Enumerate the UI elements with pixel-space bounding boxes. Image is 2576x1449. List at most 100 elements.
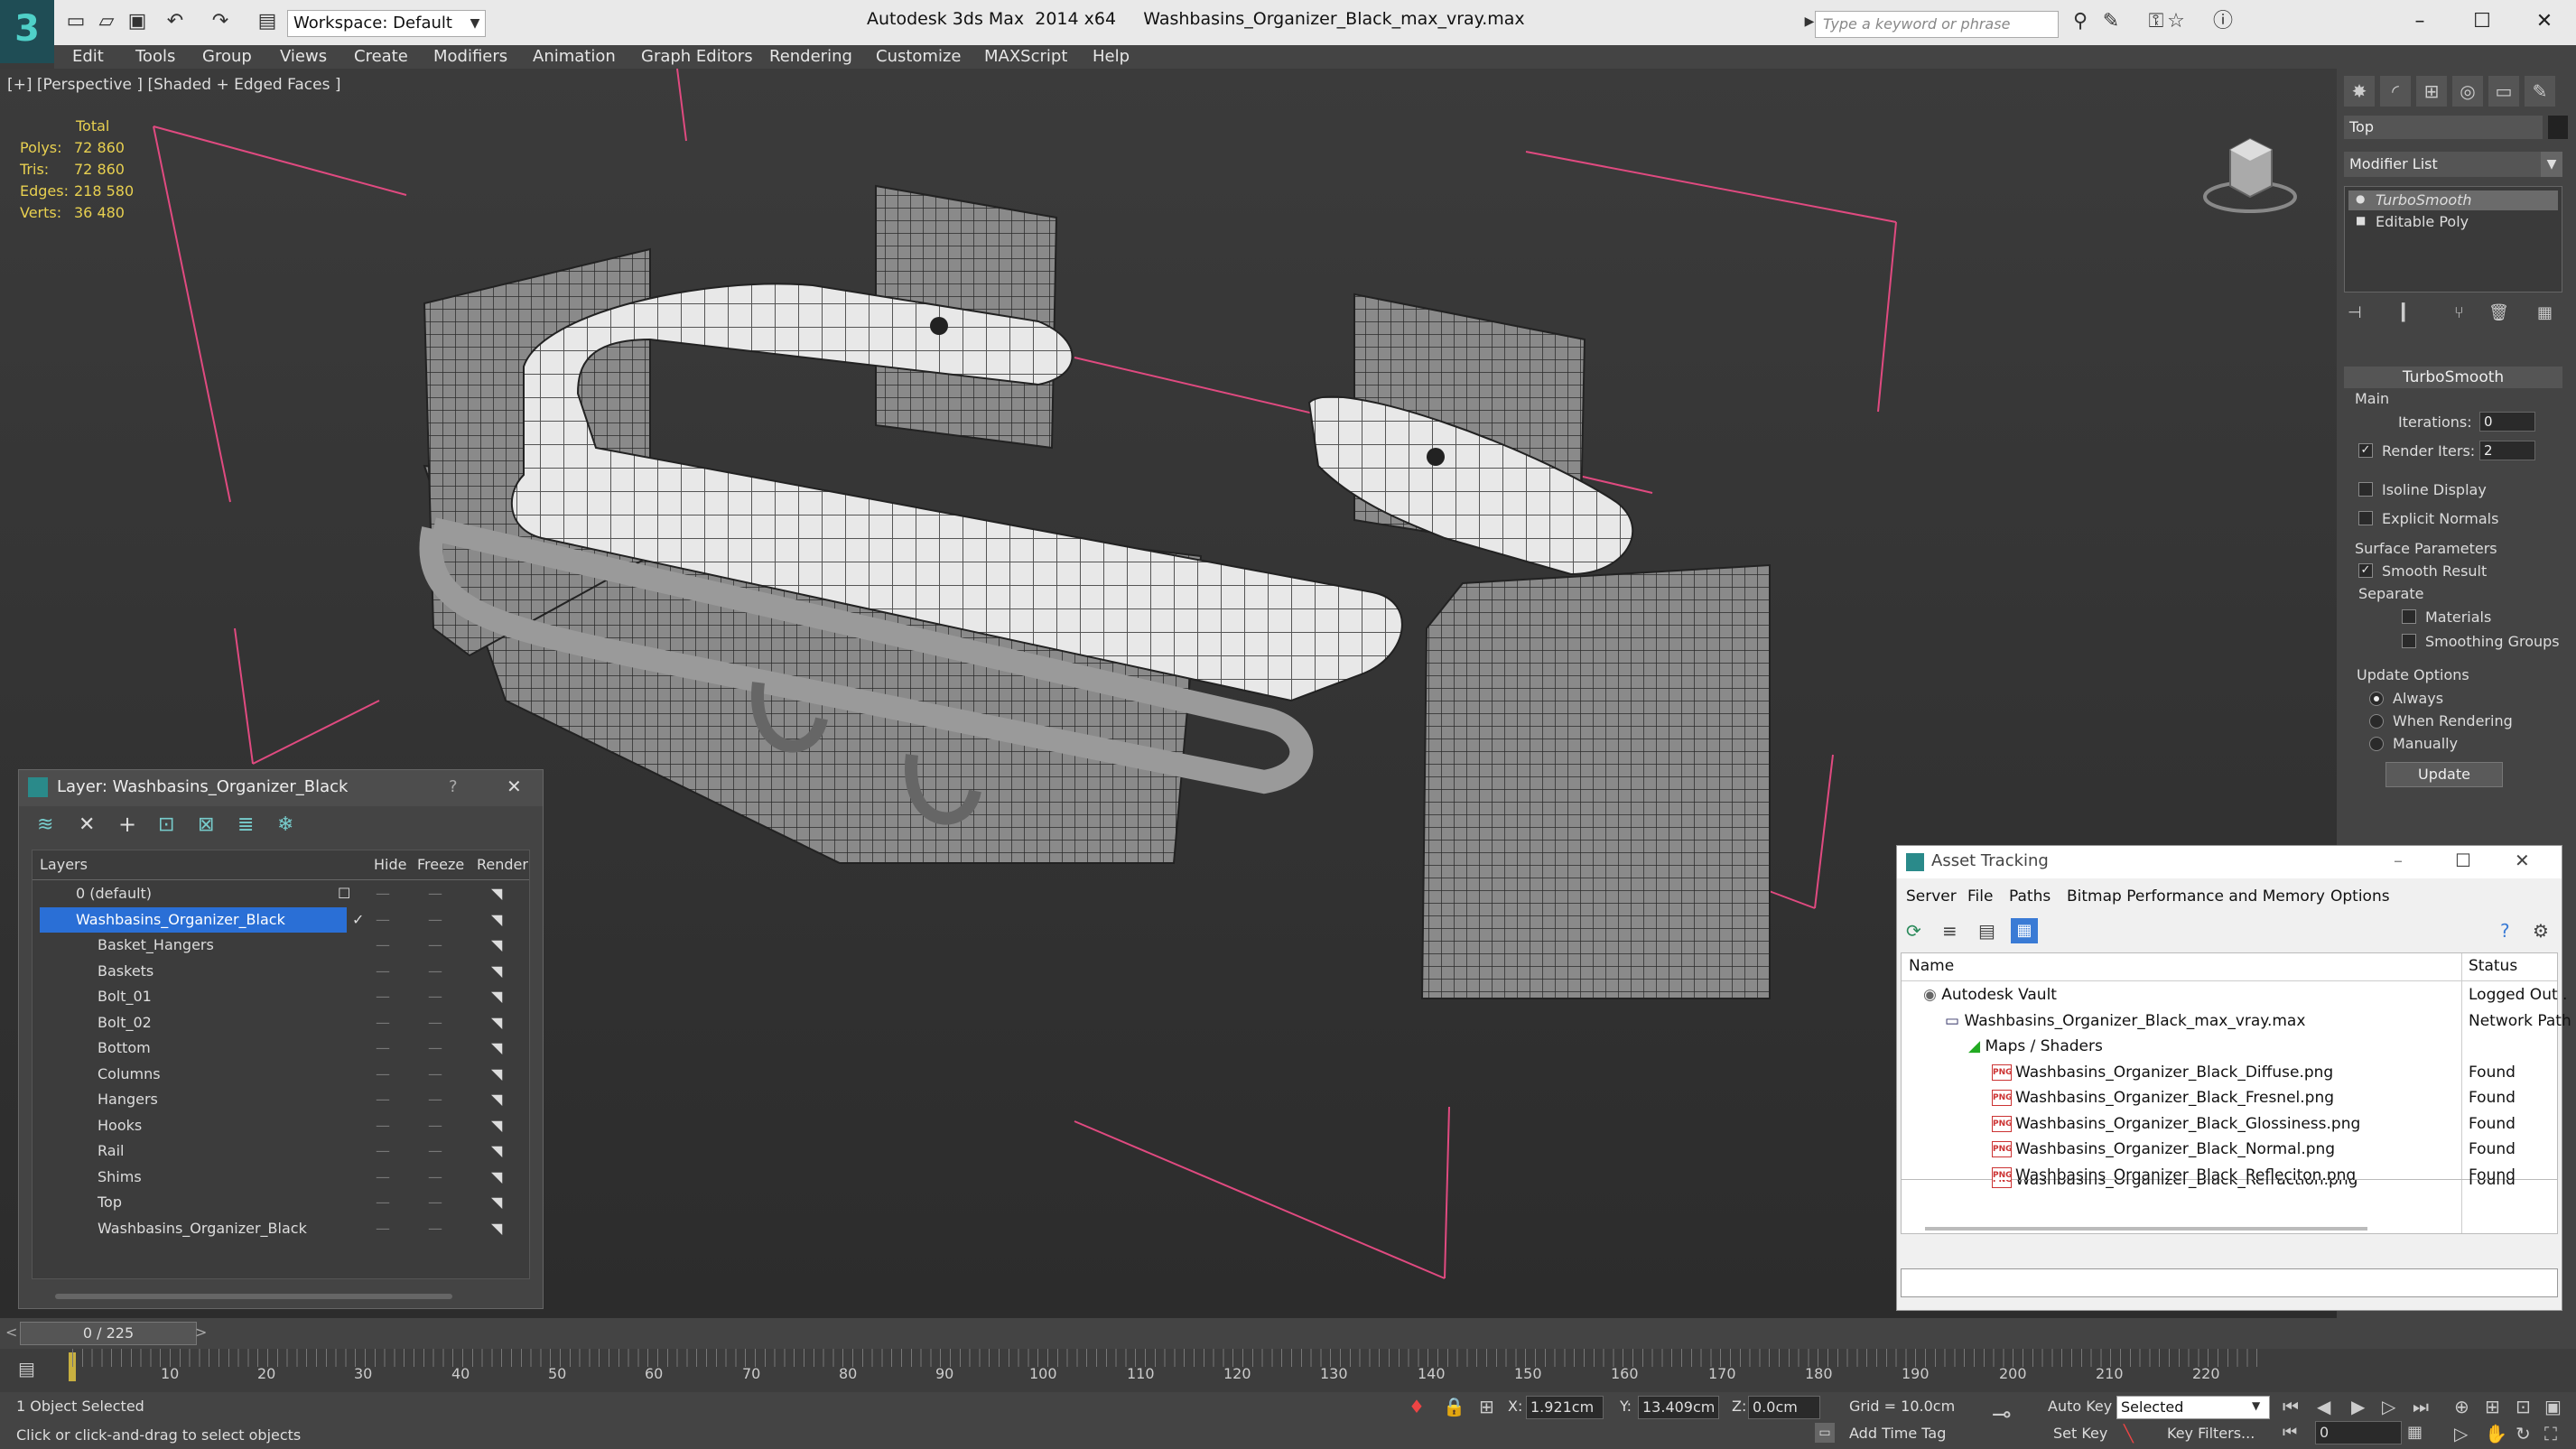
asset-row[interactable]: PNG Washbasins_Organizer_Black_Refleciton… — [1905, 1163, 2564, 1184]
menu-create[interactable]: Create — [354, 45, 408, 69]
column-layers[interactable]: Layers — [40, 856, 88, 873]
stack-item-turbosmooth[interactable]: TurboSmooth — [2348, 190, 2558, 210]
zoom-extents-all-icon[interactable]: ▣ — [2544, 1396, 2562, 1417]
menu-help[interactable]: Help — [1093, 45, 1130, 69]
maximize-viewport-icon[interactable]: ⛶ — [2544, 1423, 2557, 1444]
isoline-display-checkbox[interactable] — [2358, 482, 2373, 497]
zoom-icon[interactable]: ⊕ — [2454, 1396, 2469, 1417]
layer-dialog-titlebar[interactable]: Layer: Washbasins_Organizer_Black ? ✕ — [19, 770, 543, 806]
layer-row[interactable]: Basket_Hangers — — ◥ — [33, 933, 529, 959]
minimize-icon[interactable]: – — [2397, 5, 2442, 38]
motion-tab-icon[interactable]: ◎ — [2452, 76, 2483, 107]
asset-row[interactable]: ◢ Maps / Shaders — [1905, 1034, 2564, 1060]
go-to-end-icon[interactable]: ⏭ — [2413, 1396, 2429, 1417]
next-frame-icon[interactable]: > — [195, 1324, 207, 1341]
add-time-tag[interactable]: Add Time Tag — [1849, 1425, 1946, 1442]
asset-row[interactable]: PNG Washbasins_Organizer_Black_Diffuse.pn… — [1905, 1060, 2564, 1086]
key-mode-toggle-icon[interactable]: ⏮ — [2283, 1423, 2297, 1442]
active-layer-box[interactable]: ☐ — [338, 881, 350, 906]
chevron-down-icon[interactable]: ▼ — [466, 10, 484, 37]
zoom-all-icon[interactable]: ⊞ — [2485, 1396, 2500, 1417]
iterations-spinner[interactable]: 0 — [2479, 412, 2535, 432]
smooth-result-checkbox[interactable]: ✓ — [2358, 563, 2373, 578]
horizontal-scrollbar[interactable] — [55, 1294, 452, 1299]
explicit-normals-checkbox[interactable] — [2358, 511, 2373, 525]
select-objects-icon[interactable]: ⊡ — [158, 813, 174, 836]
menu-tools[interactable]: Tools — [135, 45, 175, 69]
list-view-icon[interactable]: ≡ — [1942, 920, 1958, 942]
next-frame-icon[interactable]: ▷ — [2382, 1396, 2395, 1417]
hide-all-icon[interactable]: ≣ — [237, 813, 254, 836]
chevron-down-icon[interactable]: ▼ — [2541, 152, 2562, 177]
layer-row[interactable]: Hooks — — ◥ — [33, 1113, 529, 1139]
project-folder-icon[interactable]: ▤ — [255, 9, 280, 34]
previous-frame-icon[interactable]: ◀ — [2317, 1396, 2330, 1417]
binoculars-icon[interactable]: ⚲ — [2068, 9, 2093, 34]
help-icon[interactable]: ? — [449, 777, 458, 796]
help-icon[interactable]: ? — [2500, 920, 2510, 942]
asset-row[interactable]: PNG Washbasins_Organizer_Black_Fresnel.pn… — [1905, 1085, 2564, 1111]
workspace-dropdown[interactable]: Workspace: Default — [287, 10, 486, 37]
refresh-icon[interactable]: ⟳ — [1906, 920, 1921, 942]
menu-animation[interactable]: Animation — [533, 45, 616, 69]
checkmark-icon[interactable]: ✓ — [352, 907, 364, 933]
time-slider[interactable]: < 0 / 225 > — [0, 1318, 2576, 1349]
close-icon[interactable]: ✕ — [2515, 850, 2530, 871]
viewcube-icon[interactable] — [2194, 114, 2302, 222]
maximize-icon[interactable]: ☐ — [2455, 850, 2471, 871]
go-to-start-icon[interactable]: ⏮ — [2283, 1396, 2299, 1417]
search-input[interactable]: Type a keyword or phrase — [1815, 11, 2059, 38]
table-view-icon[interactable]: ▦ — [2011, 918, 2038, 943]
menu-graph-editors[interactable]: Graph Editors — [641, 45, 753, 69]
maximize-icon[interactable]: ☐ — [2460, 5, 2505, 38]
column-hide[interactable]: Hide — [374, 856, 406, 873]
chevron-down-icon[interactable]: ▼ — [2252, 1399, 2260, 1412]
play-icon[interactable]: ▶ — [2351, 1396, 2365, 1417]
asset-row[interactable]: PNG Washbasins_Organizer_Black_Glossiness… — [1905, 1111, 2564, 1138]
show-end-result-icon[interactable]: ▎ — [2402, 303, 2414, 322]
layer-row[interactable]: Rail — — ◥ — [33, 1138, 529, 1165]
x-coordinate-field[interactable]: 1.921cm — [1526, 1396, 1604, 1419]
asset-row[interactable]: PNG Washbasins_Organizer_Black_Normal.png… — [1905, 1137, 2564, 1163]
menu-edit[interactable]: Edit — [72, 45, 104, 69]
set-key-button[interactable]: Set Key — [2053, 1425, 2107, 1442]
render-iters-checkbox[interactable]: ✓ — [2358, 443, 2373, 458]
new-file-icon[interactable]: ▭ — [63, 9, 88, 34]
z-coordinate-field[interactable]: 0.0cm — [1748, 1396, 1820, 1419]
undo-icon[interactable]: ↶ — [163, 9, 188, 34]
render-iters-spinner[interactable]: 2 — [2479, 441, 2535, 460]
update-button[interactable]: Update — [2385, 762, 2503, 787]
menu-file[interactable]: File — [1967, 887, 1993, 906]
make-unique-icon[interactable]: ⑂ — [2454, 303, 2464, 322]
highlight-layer-icon[interactable]: ⊠ — [198, 813, 214, 836]
asset-row[interactable]: ▭ Washbasins_Organizer_Black_max_vray.ma… — [1905, 1008, 2571, 1035]
thumbnail-view-icon[interactable]: ▤ — [1978, 920, 1995, 942]
stack-item-editable-poly[interactable]: Editable Poly — [2348, 212, 2558, 232]
minimize-icon[interactable]: – — [2394, 850, 2403, 871]
column-freeze[interactable]: Freeze — [417, 856, 464, 873]
layer-row[interactable]: Columns — — ◥ — [33, 1062, 529, 1088]
asset-path-field[interactable] — [1901, 1268, 2558, 1297]
hierarchy-tab-icon[interactable]: ⊞ — [2416, 76, 2447, 107]
turbosmooth-rollout-header[interactable]: TurboSmooth — [2344, 367, 2562, 388]
asset-row[interactable]: ◉ Autodesk Vault Logged Out . — [1905, 982, 2567, 1008]
add-to-layer-icon[interactable]: + — [118, 812, 136, 837]
expand-icon[interactable]: ■ — [2356, 214, 2366, 227]
manually-radio[interactable] — [2369, 737, 2384, 751]
save-icon[interactable]: ▣ — [125, 9, 150, 34]
object-color-swatch[interactable] — [2548, 116, 2568, 139]
time-tag-icon[interactable]: ▭ — [1815, 1423, 1835, 1443]
smoothing-groups-checkbox[interactable] — [2402, 634, 2416, 648]
lock-icon[interactable]: 🔒 — [1443, 1396, 1465, 1417]
menu-options[interactable]: Options — [2330, 887, 2390, 906]
auto-key-button[interactable]: Auto Key — [2048, 1398, 2112, 1415]
when-rendering-radio[interactable] — [2369, 714, 2384, 729]
materials-checkbox[interactable] — [2402, 609, 2416, 624]
horizontal-scrollbar[interactable] — [1925, 1227, 2367, 1231]
configure-sets-icon[interactable]: ▦ — [2537, 303, 2553, 322]
key-mode-icon[interactable]: ╲ — [2124, 1425, 2134, 1444]
always-radio[interactable] — [2369, 692, 2384, 706]
tools-icon[interactable]: ✎ — [2098, 9, 2124, 34]
close-icon[interactable]: ✕ — [507, 776, 522, 797]
menu-rendering[interactable]: Rendering — [769, 45, 852, 69]
